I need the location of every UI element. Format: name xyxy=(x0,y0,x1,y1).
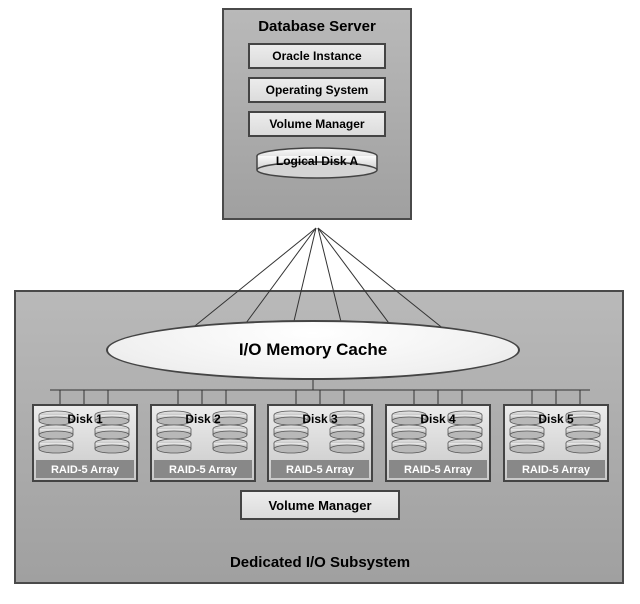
disk-name: Disk 3 xyxy=(269,412,371,426)
disk-name: Disk 2 xyxy=(152,412,254,426)
subsystem-volume-manager-box: Volume Manager xyxy=(240,490,400,520)
raid-label: RAID-5 Array xyxy=(505,464,607,476)
disk-2-box: Disk 2 RAID-5 Array xyxy=(150,404,256,482)
volume-manager-box: Volume Manager xyxy=(248,111,386,137)
diagram-canvas: Database Server Oracle Instance Operatin… xyxy=(0,0,640,604)
disk-name: Disk 1 xyxy=(34,412,136,426)
operating-system-box: Operating System xyxy=(248,77,386,103)
oracle-instance-box: Oracle Instance xyxy=(248,43,386,69)
raid-label: RAID-5 Array xyxy=(152,464,254,476)
disk-name: Disk 5 xyxy=(505,412,607,426)
database-server-panel: Database Server Oracle Instance Operatin… xyxy=(222,8,412,220)
database-server-title: Database Server xyxy=(224,10,410,37)
disk-5-box: Disk 5 RAID-5 Array xyxy=(503,404,609,482)
disk-4-box: Disk 4 RAID-5 Array xyxy=(385,404,491,482)
io-subsystem-title: Dedicated I/O Subsystem xyxy=(0,554,640,571)
logical-disk-label: Logical Disk A xyxy=(248,154,386,168)
raid-label: RAID-5 Array xyxy=(269,464,371,476)
raid-label: RAID-5 Array xyxy=(34,464,136,476)
io-memory-cache: I/O Memory Cache xyxy=(106,320,520,380)
raid-label: RAID-5 Array xyxy=(387,464,489,476)
logical-disk-cylinder: Logical Disk A xyxy=(248,145,386,195)
disk-name: Disk 4 xyxy=(387,412,489,426)
disk-3-box: Disk 3 RAID-5 Array xyxy=(267,404,373,482)
disk-1-box: Disk 1 RAID-5 Array xyxy=(32,404,138,482)
